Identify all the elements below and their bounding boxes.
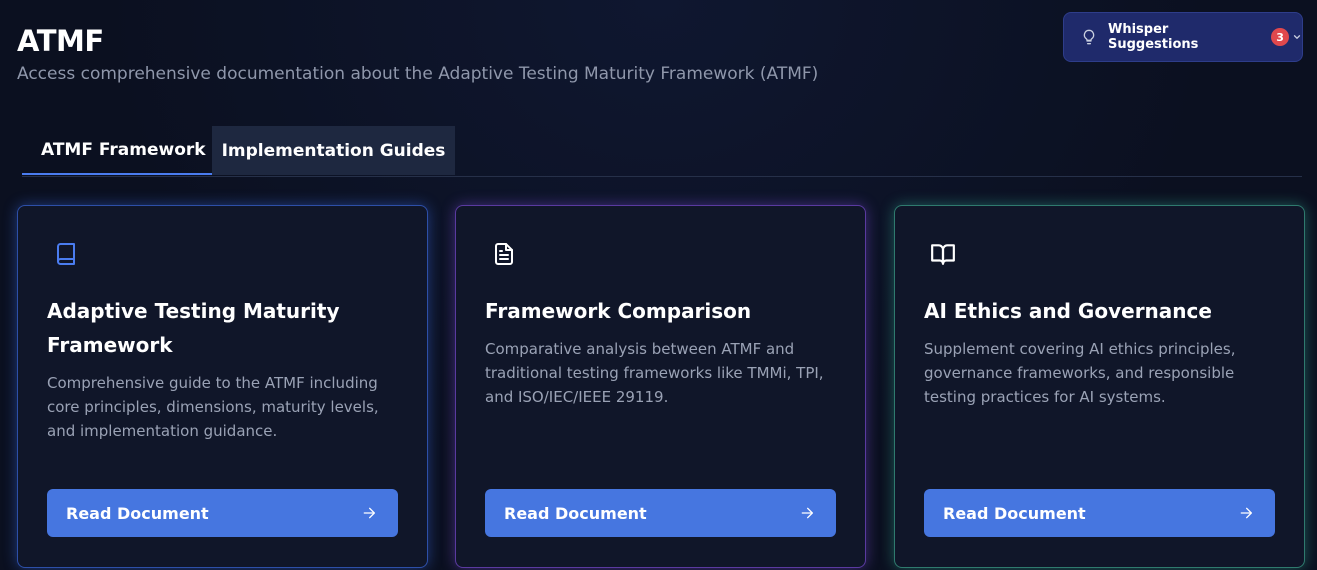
read-document-button[interactable]: Read Document bbox=[924, 489, 1275, 537]
document-card-ai-ethics: AI Ethics and Governance Supplement cove… bbox=[894, 205, 1305, 568]
arrow-right-icon bbox=[1238, 505, 1254, 521]
card-description: Supplement covering AI ethics principles… bbox=[924, 340, 1236, 406]
card-description: Comprehensive guide to the ATMF includin… bbox=[47, 374, 379, 440]
read-document-label: Read Document bbox=[66, 503, 209, 523]
suggestion-count-badge: 3 bbox=[1271, 28, 1289, 46]
lightbulb-icon bbox=[1081, 28, 1097, 46]
tab-implementation-guides[interactable]: Implementation Guides bbox=[212, 126, 455, 175]
whisper-suggestions-label: Whisper Suggestions bbox=[1108, 22, 1199, 52]
card-title: AI Ethics and Governance bbox=[924, 299, 1212, 323]
read-document-label: Read Document bbox=[943, 503, 1086, 523]
card-title: Framework Comparison bbox=[485, 299, 752, 323]
document-card-comparison: Framework Comparison Comparative analysi… bbox=[455, 205, 866, 568]
file-text-icon bbox=[491, 241, 517, 267]
book-icon bbox=[53, 241, 79, 267]
read-document-button[interactable]: Read Document bbox=[47, 489, 398, 537]
book-open-icon bbox=[930, 241, 956, 267]
card-description: Comparative analysis between ATMF and tr… bbox=[485, 340, 824, 406]
card-title: Adaptive Testing Maturity Framework bbox=[47, 299, 340, 357]
page-title: ATMF bbox=[17, 24, 104, 58]
arrow-right-icon bbox=[799, 505, 815, 521]
read-document-label: Read Document bbox=[504, 503, 647, 523]
tab-bar: ATMF Framework Implementation Guides bbox=[22, 126, 1302, 177]
tab-atmf-framework[interactable]: ATMF Framework bbox=[22, 126, 212, 175]
document-card-atmf: Adaptive Testing Maturity Framework Comp… bbox=[17, 205, 428, 568]
whisper-suggestions-button[interactable]: Whisper Suggestions 3 bbox=[1063, 12, 1303, 62]
read-document-button[interactable]: Read Document bbox=[485, 489, 836, 537]
chevron-down-icon bbox=[1292, 32, 1302, 42]
page: ATMF Access comprehensive documentation … bbox=[0, 0, 1317, 570]
arrow-right-icon bbox=[361, 505, 377, 521]
page-subtitle: Access comprehensive documentation about… bbox=[17, 64, 819, 84]
